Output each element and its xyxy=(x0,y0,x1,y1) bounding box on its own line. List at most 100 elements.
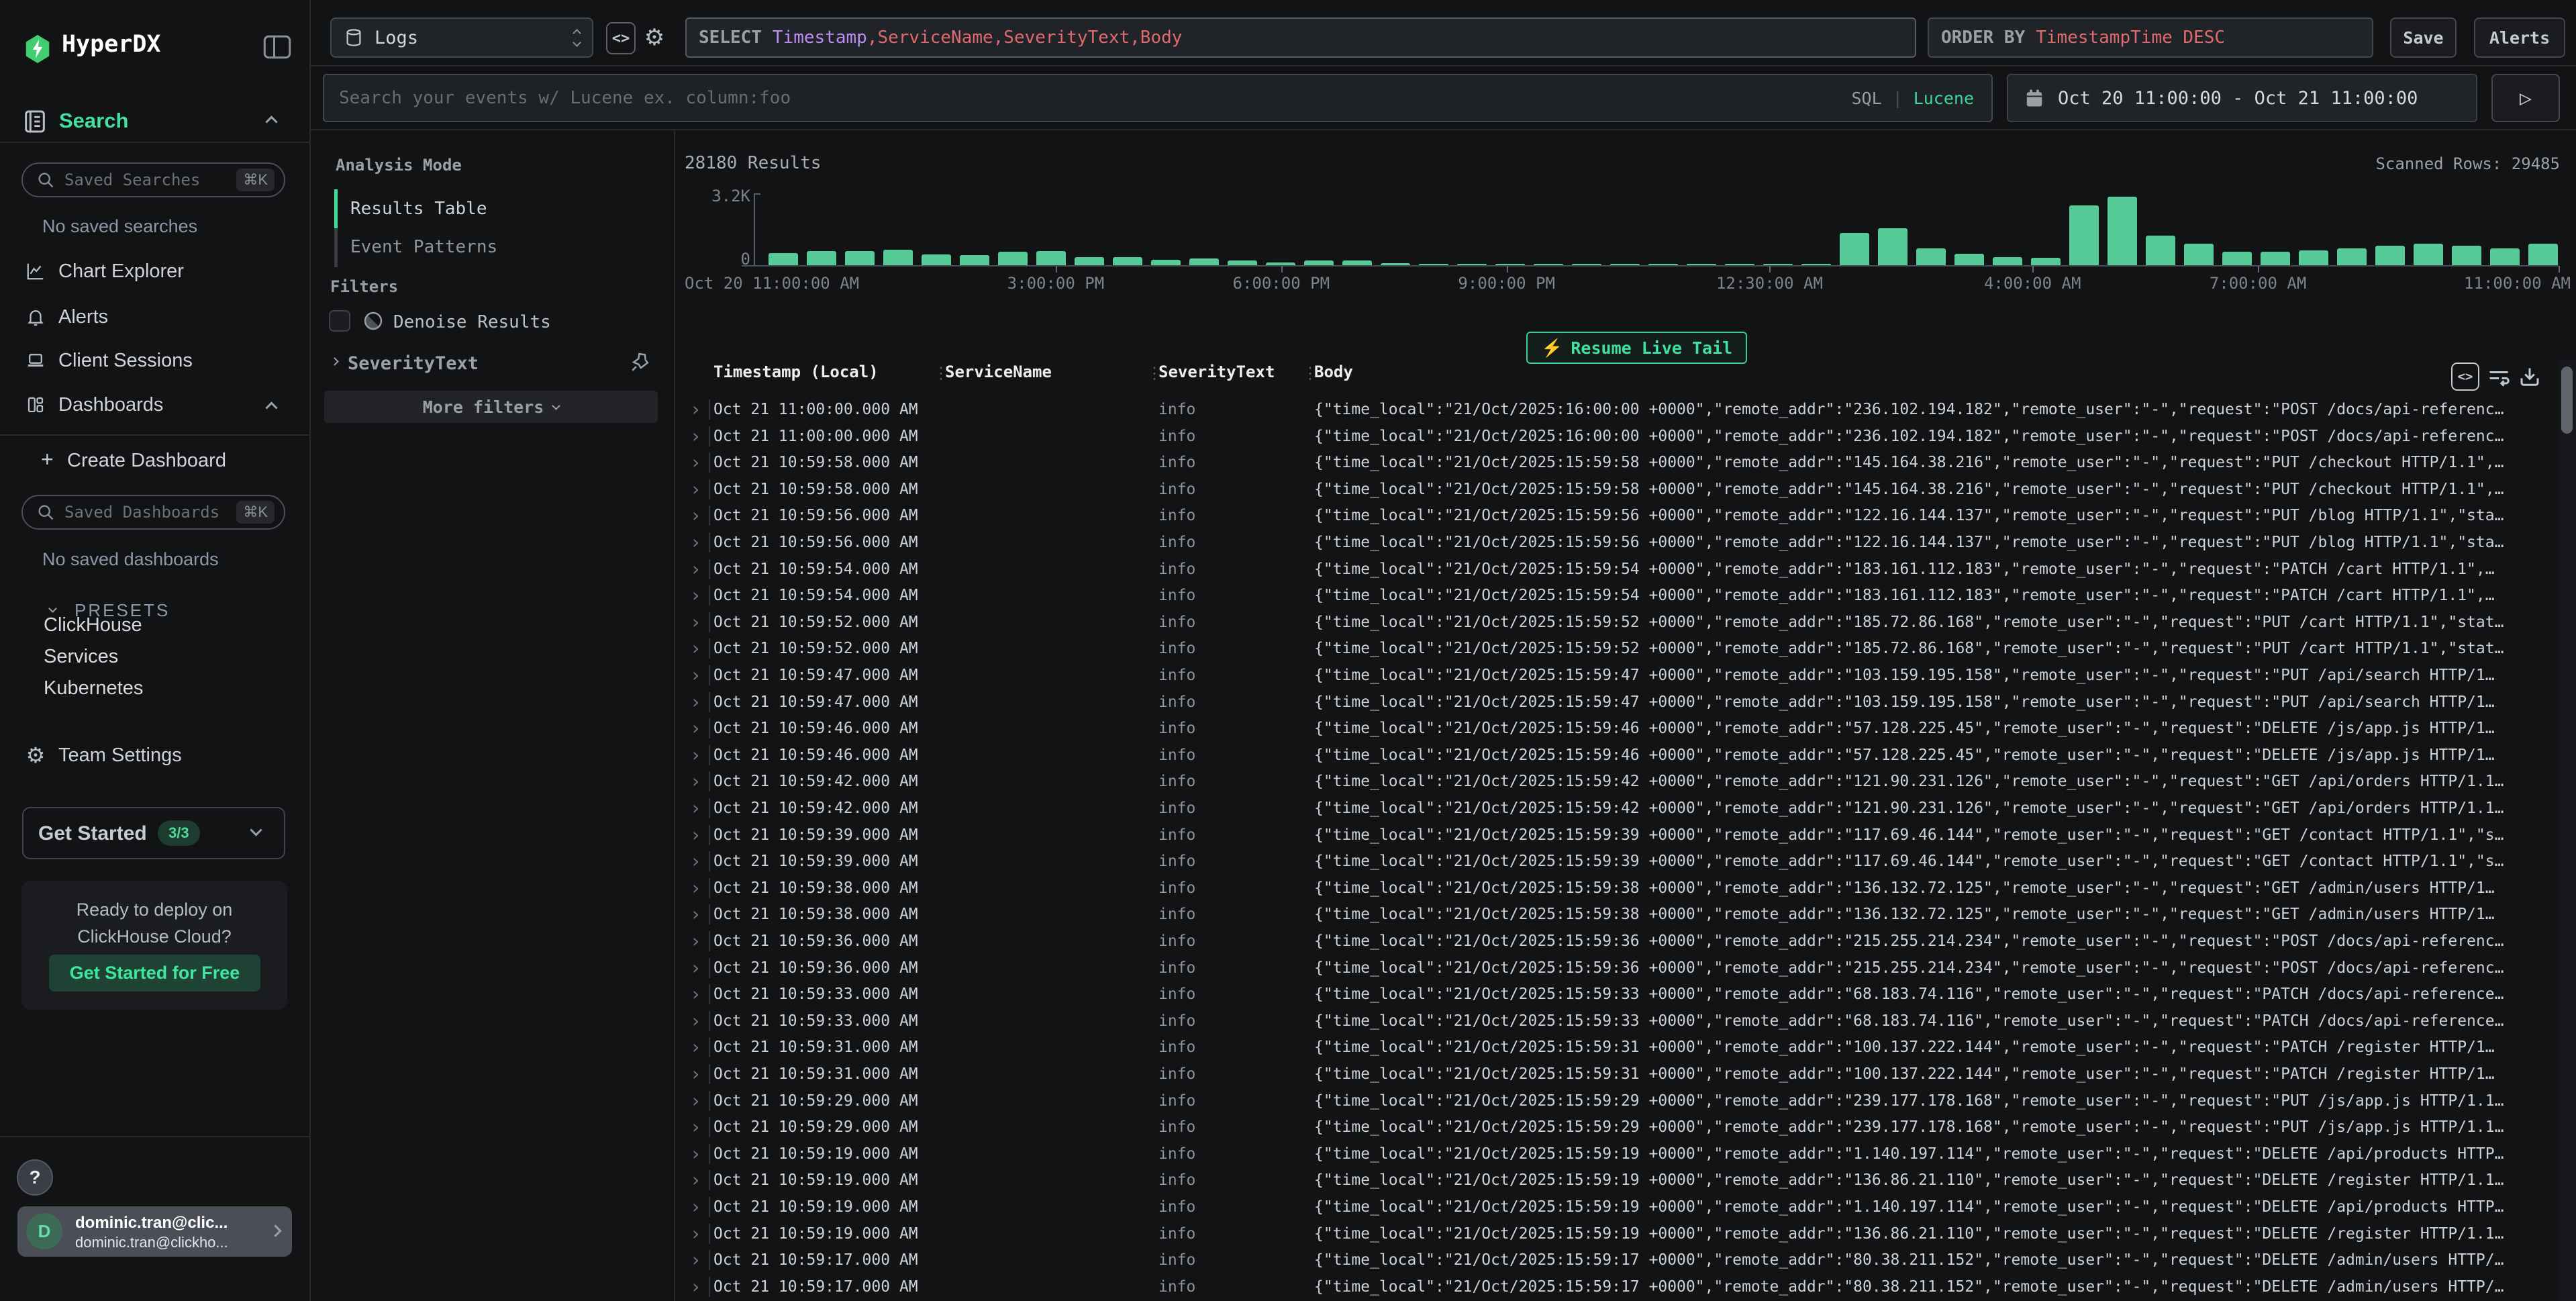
pin-icon[interactable] xyxy=(630,350,652,373)
histogram-bar[interactable] xyxy=(1113,257,1142,265)
histogram-bar[interactable] xyxy=(883,250,913,265)
histogram-bar[interactable] xyxy=(1189,258,1219,265)
row-expand-chevron-icon[interactable]: › xyxy=(690,1276,701,1298)
row-expand-chevron-icon[interactable]: › xyxy=(690,1116,701,1138)
tab-event-patterns[interactable]: Event Patterns xyxy=(350,237,497,257)
histogram-bar[interactable] xyxy=(1075,257,1104,265)
collapse-sidebar-icon[interactable] xyxy=(263,35,291,59)
download-icon[interactable] xyxy=(2517,365,2542,389)
histogram-bar[interactable] xyxy=(1954,254,1984,265)
sidebar-item-dashboards[interactable]: Dashboards xyxy=(0,386,309,424)
table-row[interactable]: ›Oct 21 10:59:33.000 AMinfo{"time_local"… xyxy=(674,981,2559,1008)
row-expand-chevron-icon[interactable]: › xyxy=(690,505,701,526)
table-row[interactable]: ›Oct 21 10:59:39.000 AMinfo{"time_local"… xyxy=(674,822,2559,849)
table-row[interactable]: ›Oct 21 11:00:00.000 AMinfo{"time_local"… xyxy=(674,423,2559,450)
histogram-bar[interactable] xyxy=(998,252,1028,265)
wrap-lines-icon[interactable] xyxy=(2486,365,2512,389)
histogram-bar[interactable] xyxy=(1342,260,1372,265)
column-header-severitytext[interactable]: SeverityText xyxy=(1158,363,1275,381)
table-row[interactable]: ›Oct 21 11:00:00.000 AMinfo{"time_local"… xyxy=(674,396,2559,423)
table-row[interactable]: ›Oct 21 10:59:52.000 AMinfo{"time_local"… xyxy=(674,635,2559,662)
table-row[interactable]: ›Oct 21 10:59:31.000 AMinfo{"time_local"… xyxy=(674,1061,2559,1088)
table-row[interactable]: ›Oct 21 10:59:36.000 AMinfo{"time_local"… xyxy=(674,928,2559,955)
row-expand-chevron-icon[interactable]: › xyxy=(690,1169,701,1191)
severity-filter-group[interactable]: SeverityText xyxy=(326,348,674,380)
scrollbar-track[interactable] xyxy=(2559,360,2576,1301)
row-expand-chevron-icon[interactable]: › xyxy=(690,1196,701,1218)
histogram-bar[interactable] xyxy=(2490,248,2520,265)
histogram-bar[interactable] xyxy=(1840,233,1869,265)
table-row[interactable]: ›Oct 21 10:59:31.000 AMinfo{"time_local"… xyxy=(674,1034,2559,1061)
row-expand-chevron-icon[interactable]: › xyxy=(690,771,701,792)
table-row[interactable]: ›Oct 21 10:59:47.000 AMinfo{"time_local"… xyxy=(674,689,2559,716)
row-expand-chevron-icon[interactable]: › xyxy=(690,612,701,633)
histogram-bar[interactable] xyxy=(960,255,989,265)
histogram-bar[interactable] xyxy=(2528,244,2558,265)
sidebar-item-client-sessions[interactable]: Client Sessions xyxy=(0,342,309,379)
resume-live-tail-button[interactable]: ⚡ Resume Live Tail xyxy=(1526,332,1747,364)
table-row[interactable]: ›Oct 21 10:59:56.000 AMinfo{"time_local"… xyxy=(674,502,2559,529)
row-expand-chevron-icon[interactable]: › xyxy=(690,1143,701,1165)
table-row[interactable]: ›Oct 21 10:59:17.000 AMinfo{"time_local"… xyxy=(674,1273,2559,1300)
row-expand-chevron-icon[interactable]: › xyxy=(690,665,701,686)
row-expand-chevron-icon[interactable]: › xyxy=(690,718,701,739)
histogram-bar[interactable] xyxy=(1151,260,1181,265)
histogram-bar[interactable] xyxy=(1916,248,1946,265)
table-row[interactable]: ›Oct 21 10:59:42.000 AMinfo{"time_local"… xyxy=(674,768,2559,795)
table-row[interactable]: ›Oct 21 10:59:33.000 AMinfo{"time_local"… xyxy=(674,1008,2559,1034)
table-row[interactable]: ›Oct 21 10:59:19.000 AMinfo{"time_local"… xyxy=(674,1141,2559,1167)
table-row[interactable]: ›Oct 21 10:59:58.000 AMinfo{"time_local"… xyxy=(674,476,2559,503)
table-row[interactable]: ›Oct 21 10:59:42.000 AMinfo{"time_local"… xyxy=(674,795,2559,822)
scrollbar-thumb[interactable] xyxy=(2561,367,2573,434)
tab-results-table[interactable]: Results Table xyxy=(350,199,487,219)
histogram-bars[interactable] xyxy=(755,193,2559,265)
table-row[interactable]: ›Oct 21 10:59:29.000 AMinfo{"time_local"… xyxy=(674,1114,2559,1141)
table-row[interactable]: ›Oct 21 10:59:39.000 AMinfo{"time_local"… xyxy=(674,848,2559,875)
row-expand-chevron-icon[interactable]: › xyxy=(690,479,701,500)
column-header-body[interactable]: Body xyxy=(1314,363,1353,381)
sidebar-item-preset-clickhouse[interactable]: ClickHouse xyxy=(44,614,142,636)
row-expand-chevron-icon[interactable]: › xyxy=(690,1090,701,1112)
row-expand-chevron-icon[interactable]: › xyxy=(690,877,701,899)
table-row[interactable]: ›Oct 21 10:59:19.000 AMinfo{"time_local"… xyxy=(674,1167,2559,1194)
sidebar-item-preset-kubernetes[interactable]: Kubernetes xyxy=(44,677,143,700)
create-dashboard-button[interactable]: + Create Dashboard xyxy=(0,446,309,475)
table-row[interactable]: ›Oct 21 10:59:54.000 AMinfo{"time_local"… xyxy=(674,582,2559,609)
table-row[interactable]: ›Oct 21 10:59:38.000 AMinfo{"time_local"… xyxy=(674,901,2559,928)
source-settings-gear-icon[interactable]: ⚙ xyxy=(641,21,668,54)
row-expand-chevron-icon[interactable]: › xyxy=(690,1063,701,1085)
saved-dashboards-input[interactable]: Saved Dashboards ⌘K xyxy=(21,495,285,530)
row-expand-chevron-icon[interactable]: › xyxy=(690,904,701,925)
histogram-bar[interactable] xyxy=(2222,252,2252,265)
table-row[interactable]: ›Oct 21 10:59:17.000 AMinfo{"time_local"… xyxy=(674,1247,2559,1273)
table-row[interactable]: ›Oct 21 10:59:46.000 AMinfo{"time_local"… xyxy=(674,742,2559,769)
row-expand-chevron-icon[interactable]: › xyxy=(690,824,701,846)
table-row[interactable]: ›Oct 21 10:59:38.000 AMinfo{"time_local"… xyxy=(674,875,2559,902)
table-row[interactable]: ›Oct 21 10:59:58.000 AMinfo{"time_local"… xyxy=(674,449,2559,476)
time-range-picker[interactable]: Oct 20 11:00:00 - Oct 21 11:00:00 xyxy=(2007,74,2477,122)
histogram-bar[interactable] xyxy=(2299,250,2328,265)
histogram-bar[interactable] xyxy=(2184,244,2214,265)
row-expand-chevron-icon[interactable]: › xyxy=(690,585,701,606)
row-expand-chevron-icon[interactable]: › xyxy=(690,983,701,1005)
table-row[interactable]: ›Oct 21 10:59:47.000 AMinfo{"time_local"… xyxy=(674,662,2559,689)
row-expand-chevron-icon[interactable]: › xyxy=(690,426,701,447)
search-collapse-chevron-icon[interactable] xyxy=(265,115,277,128)
table-row[interactable]: ›Oct 21 10:59:46.000 AMinfo{"time_local"… xyxy=(674,715,2559,742)
histogram-bar[interactable] xyxy=(2146,236,2175,265)
histogram-bar[interactable] xyxy=(2108,197,2137,265)
row-expand-chevron-icon[interactable]: › xyxy=(690,638,701,659)
row-expand-chevron-icon[interactable]: › xyxy=(690,851,701,872)
column-header-timestamp[interactable]: Timestamp (Local) xyxy=(713,363,879,381)
histogram-bar[interactable] xyxy=(1228,260,1257,265)
table-row[interactable]: ›Oct 21 10:59:56.000 AMinfo{"time_local"… xyxy=(674,529,2559,556)
sidebar-item-alerts[interactable]: Alerts xyxy=(0,298,309,336)
row-expand-chevron-icon[interactable]: › xyxy=(690,452,701,473)
sql-mode-toggle-icon[interactable]: <> xyxy=(606,22,636,54)
histogram-bar[interactable] xyxy=(922,254,951,265)
row-expand-chevron-icon[interactable]: › xyxy=(690,957,701,979)
row-expand-chevron-icon[interactable]: › xyxy=(690,1223,701,1245)
histogram-bar[interactable] xyxy=(2261,252,2290,265)
sidebar-item-chart-explorer[interactable]: Chart Explorer xyxy=(0,252,309,290)
histogram-bar[interactable] xyxy=(807,251,836,265)
